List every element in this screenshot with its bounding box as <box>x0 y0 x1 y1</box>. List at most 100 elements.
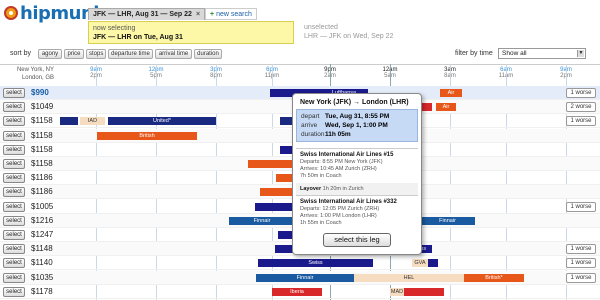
now-selecting-label: now selecting <box>93 25 136 32</box>
select-button[interactable]: select <box>3 244 25 255</box>
select-button[interactable]: select <box>3 102 25 113</box>
select-button[interactable]: select <box>3 215 25 226</box>
arrive-label: arrive <box>301 122 318 129</box>
flight-segment[interactable]: Swiss <box>258 259 373 268</box>
select-button[interactable]: select <box>3 286 25 297</box>
price-label: $990 <box>31 88 49 97</box>
flight-segment[interactable]: Finnair <box>256 273 354 282</box>
duration-label: duration <box>301 131 325 138</box>
filter-value: Show all <box>502 50 527 57</box>
plus-icon: + <box>210 11 215 18</box>
flight-segment[interactable]: Finnair <box>420 216 475 225</box>
select-button[interactable]: select <box>3 173 25 184</box>
leg-2: Swiss International Air Lines #332 Depar… <box>296 195 418 230</box>
leg-1-duration: 7h 50m in Coach <box>300 173 342 179</box>
now-selecting-value: JFK — LHR on Tue, Aug 31 <box>93 34 183 41</box>
select-button[interactable]: select <box>3 258 25 269</box>
flight-segment[interactable]: Finnair <box>229 216 295 225</box>
price-label: $1158 <box>31 116 53 126</box>
select-button[interactable]: select <box>3 144 25 155</box>
layover-segment[interactable]: GVA <box>412 259 428 268</box>
leg-1: Swiss International Air Lines #15 Depart… <box>296 148 418 183</box>
tab-label: JFK — LHR, Aug 31 — Sep 22 <box>93 11 192 18</box>
worse-flights-button[interactable]: 1 worse <box>566 201 596 212</box>
flight-segment[interactable]: Air <box>440 89 462 97</box>
worse-flights-button[interactable]: 2 worse <box>566 102 596 113</box>
price-label: $1216 <box>31 215 54 225</box>
flight-detail-popup: New York (JFK) → London (LHR) depart Tue,… <box>292 93 422 255</box>
price-label: $1140 <box>31 258 53 268</box>
price-label: $1178 <box>31 286 53 296</box>
select-button[interactable]: select <box>3 159 25 169</box>
leg-1-arrives: Arrives: 10:45 AM Zurich (ZRH) <box>300 166 377 172</box>
worse-flights-button[interactable]: 1 worse <box>566 116 596 127</box>
select-this-leg-button[interactable]: select this leg <box>323 233 391 247</box>
worse-flights-button[interactable]: 1 worse <box>566 88 596 98</box>
filter-time-select[interactable]: Show all ▼ <box>498 48 586 59</box>
flight-segment[interactable] <box>60 117 78 126</box>
select-button[interactable]: select <box>3 116 25 127</box>
depart-value: Tue, Aug 31, 8:55 PM <box>325 113 390 120</box>
flight-segment[interactable] <box>260 188 294 197</box>
price-label: $1158 <box>31 130 53 140</box>
timezone-destination: London, GB <box>21 75 54 81</box>
leg-2-arrives: Arrives: 1:00 PM London (LHR) <box>300 213 377 219</box>
price-label: $1247 <box>31 230 54 239</box>
select-button[interactable]: select <box>3 230 25 240</box>
select-button[interactable]: select <box>3 130 25 141</box>
flight-segment[interactable] <box>255 202 295 211</box>
unselected-panel[interactable]: unselected LHR — JFK on Wed, Sep 22 <box>300 21 518 44</box>
depart-label: depart <box>301 113 320 120</box>
price-label: $1158 <box>31 144 53 154</box>
worse-flights-button[interactable]: 1 worse <box>566 244 596 255</box>
price-label: $1186 <box>31 173 53 183</box>
tab-jfk-lhr[interactable]: JFK — LHR, Aug 31 — Sep 22 × <box>88 8 206 20</box>
select-button[interactable]: select <box>3 201 25 212</box>
layover-value: 1h 20m in Zurich <box>322 186 364 192</box>
leg-1-departs: Departs: 8:55 PM New York (JFK) <box>300 159 383 165</box>
sort-agony-button[interactable]: agony <box>38 49 62 59</box>
app-window: hipmunk JFK — LHR, Aug 31 — Sep 22 × + ne… <box>0 0 600 300</box>
flight-segment[interactable]: British* <box>464 273 524 282</box>
duration-value: 11h 05m <box>325 131 351 138</box>
sort-price-button[interactable]: price <box>64 49 84 59</box>
sort-duration-button[interactable]: duration <box>194 49 222 59</box>
worse-flights-button[interactable]: 1 worse <box>566 272 596 283</box>
flight-segment[interactable]: Iberia <box>272 287 322 296</box>
layover-segment[interactable]: IAD <box>80 117 105 126</box>
select-button[interactable]: select <box>3 88 25 98</box>
dropdown-arrow-icon: ▼ <box>577 50 584 57</box>
worse-flights-button[interactable]: 1 worse <box>566 258 596 269</box>
layover-segment[interactable]: MAD <box>390 287 404 296</box>
flight-segment[interactable]: British <box>97 131 197 140</box>
leg-1-title: Swiss International Air Lines #15 <box>300 152 394 158</box>
select-button[interactable]: select <box>3 272 25 283</box>
leg-2-duration: 1h 55m in Coach <box>300 220 342 226</box>
price-label: $1049 <box>31 102 54 112</box>
popup-route: New York (JFK) → London (LHR) <box>300 99 409 106</box>
arrive-value: Wed, Sep 1, 1:00 PM <box>325 122 388 129</box>
flight-segment[interactable] <box>248 160 293 168</box>
sort-arrival-button[interactable]: arrival time <box>155 49 192 59</box>
chipmunk-logo-icon <box>4 6 18 20</box>
new-search-button[interactable]: + new search <box>205 8 257 20</box>
leg-2-departs: Departs: 12:05 PM Zurich (ZRH) <box>300 206 380 212</box>
price-label: $1035 <box>31 272 54 282</box>
now-selecting-panel[interactable]: now selecting JFK — LHR on Tue, Aug 31 <box>88 21 294 44</box>
popup-times: depart Tue, Aug 31, 8:55 PM arrive Wed, Se… <box>296 109 418 142</box>
flight-segment[interactable]: United* <box>108 117 216 126</box>
sort-by-label: sort by <box>10 50 32 57</box>
price-label: $1148 <box>31 244 53 254</box>
select-button[interactable]: select <box>3 187 25 198</box>
sort-stops-button[interactable]: stops <box>86 49 106 59</box>
flight-segment[interactable]: Air <box>436 103 456 112</box>
layover-label: Layover <box>300 186 322 192</box>
new-search-label: new search <box>216 11 252 18</box>
filter-by-time-label: filter by time <box>455 50 493 57</box>
flight-segment[interactable] <box>404 287 444 296</box>
layover-segment[interactable]: HEL <box>354 273 464 282</box>
close-tab-icon[interactable]: × <box>196 9 200 20</box>
flight-segment[interactable] <box>428 259 438 268</box>
sort-departure-button[interactable]: departure time <box>108 49 153 59</box>
layover-info: Layover 1h 20m in Zurich <box>296 183 418 195</box>
